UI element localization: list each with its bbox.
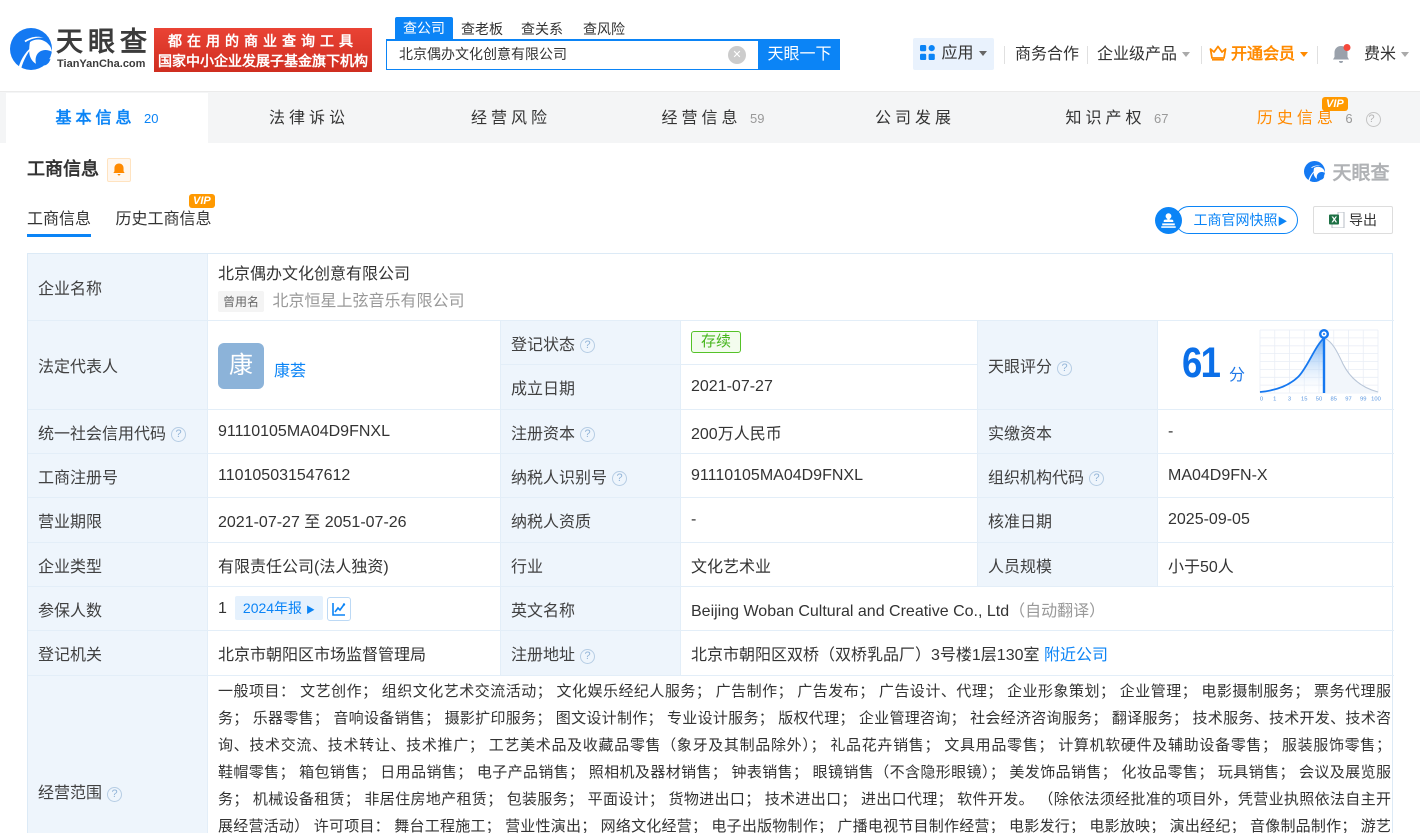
svg-text:15: 15 <box>1301 397 1307 403</box>
svg-text:3: 3 <box>1288 397 1291 403</box>
svg-text:99: 99 <box>1360 397 1366 403</box>
svg-text:97: 97 <box>1345 397 1351 403</box>
svg-text:0: 0 <box>1260 397 1263 403</box>
svg-text:85: 85 <box>1331 397 1337 403</box>
svg-text:100: 100 <box>1371 397 1381 403</box>
svg-text:50: 50 <box>1316 397 1322 403</box>
svg-text:1: 1 <box>1273 397 1276 403</box>
